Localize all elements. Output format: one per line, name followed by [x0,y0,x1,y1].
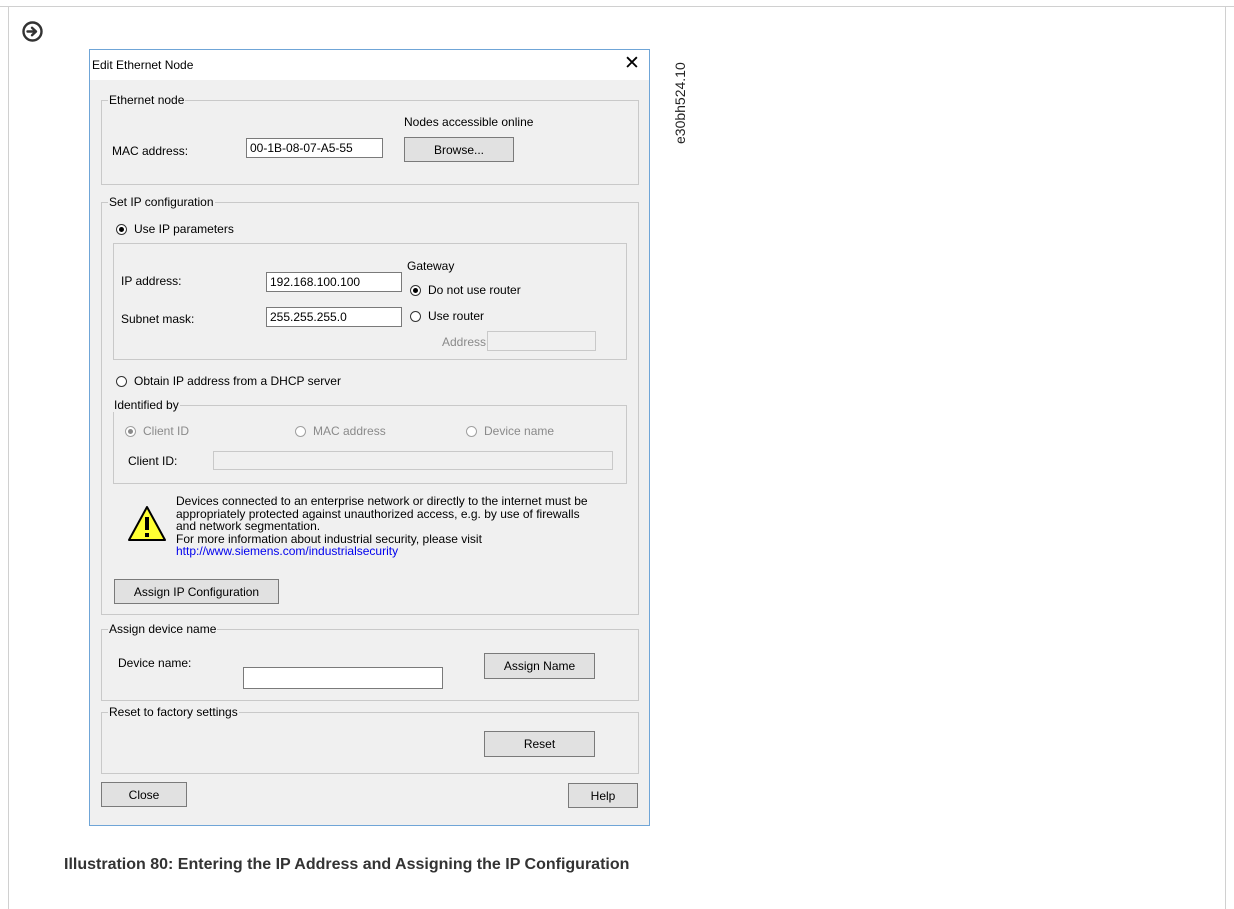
device-name-option-label: Device name [484,424,555,438]
warning-triangle-icon [128,506,166,541]
mac-address-radio [295,426,306,437]
use-router-label: Use router [428,309,485,323]
set-ip-configuration-legend: Set IP configuration [108,195,215,209]
industrial-security-link[interactable]: http://www.siemens.com/industrialsecurit… [176,545,588,558]
use-router-radio[interactable] [410,311,421,322]
help-button[interactable]: Help [568,783,638,808]
identified-by-legend: Identified by [113,398,180,412]
identified-by-group: Identified by [113,398,627,484]
ip-address-field[interactable]: 192.168.100.100 [266,272,402,292]
document-id: e30bh524.10 [660,48,760,148]
client-id-radio [125,426,136,437]
reset-button[interactable]: Reset [484,731,595,757]
security-warning-text: Devices connected to an enterprise netwo… [176,495,588,558]
dhcp-radio[interactable] [116,376,127,387]
nodes-accessible-label: Nodes accessible online [404,115,534,129]
page-border [0,6,1234,7]
subnet-mask-field[interactable]: 255.255.255.0 [266,307,402,327]
router-address-label: Address: [442,335,490,349]
device-name-field[interactable] [243,667,443,689]
title-bar: Edit Ethernet Node ✕ [90,50,649,80]
close-icon[interactable]: ✕ [624,53,640,75]
dhcp-label: Obtain IP address from a DHCP server [134,374,341,388]
assign-name-button[interactable]: Assign Name [484,653,595,679]
client-id-option-label: Client ID [143,424,190,438]
use-ip-parameters-label: Use IP parameters [134,222,234,236]
ethernet-node-legend: Ethernet node [108,93,186,107]
subnet-mask-label: Subnet mask: [121,312,195,326]
dialog-title: Edit Ethernet Node [92,58,194,72]
client-id-field [213,451,613,470]
mac-address-label: MAC address: [112,144,189,158]
device-name-label: Device name: [118,656,192,670]
edit-ethernet-node-dialog: Edit Ethernet Node ✕ Ethernet node Nodes… [89,49,650,826]
router-address-field [487,331,596,351]
gateway-label: Gateway [407,259,455,273]
device-name-radio [466,426,477,437]
close-button[interactable]: Close [101,782,187,807]
reset-factory-settings-legend: Reset to factory settings [108,705,239,719]
page-border [1225,6,1226,909]
client-id-label: Client ID: [128,454,178,468]
mac-address-option-label: MAC address [313,424,386,438]
document-id-text: e30bh524.10 [672,62,688,144]
do-not-use-router-label: Do not use router [428,283,521,297]
assign-ip-configuration-button[interactable]: Assign IP Configuration [114,579,279,604]
do-not-use-router-radio[interactable] [410,285,421,296]
assign-device-name-legend: Assign device name [108,622,218,636]
browse-button[interactable]: Browse... [404,137,514,162]
warning-line: and network segmentation. [176,519,321,533]
arrow-circle-right-icon [22,21,43,42]
mac-address-field[interactable]: 00-1B-08-07-A5-55 [246,138,383,158]
page-border [8,6,9,909]
warning-line: Devices connected to an enterprise netwo… [176,494,588,508]
figure-caption: Illustration 80: Entering the IP Address… [64,856,630,873]
use-ip-parameters-radio[interactable] [116,224,127,235]
ip-address-label: IP address: [121,274,182,288]
